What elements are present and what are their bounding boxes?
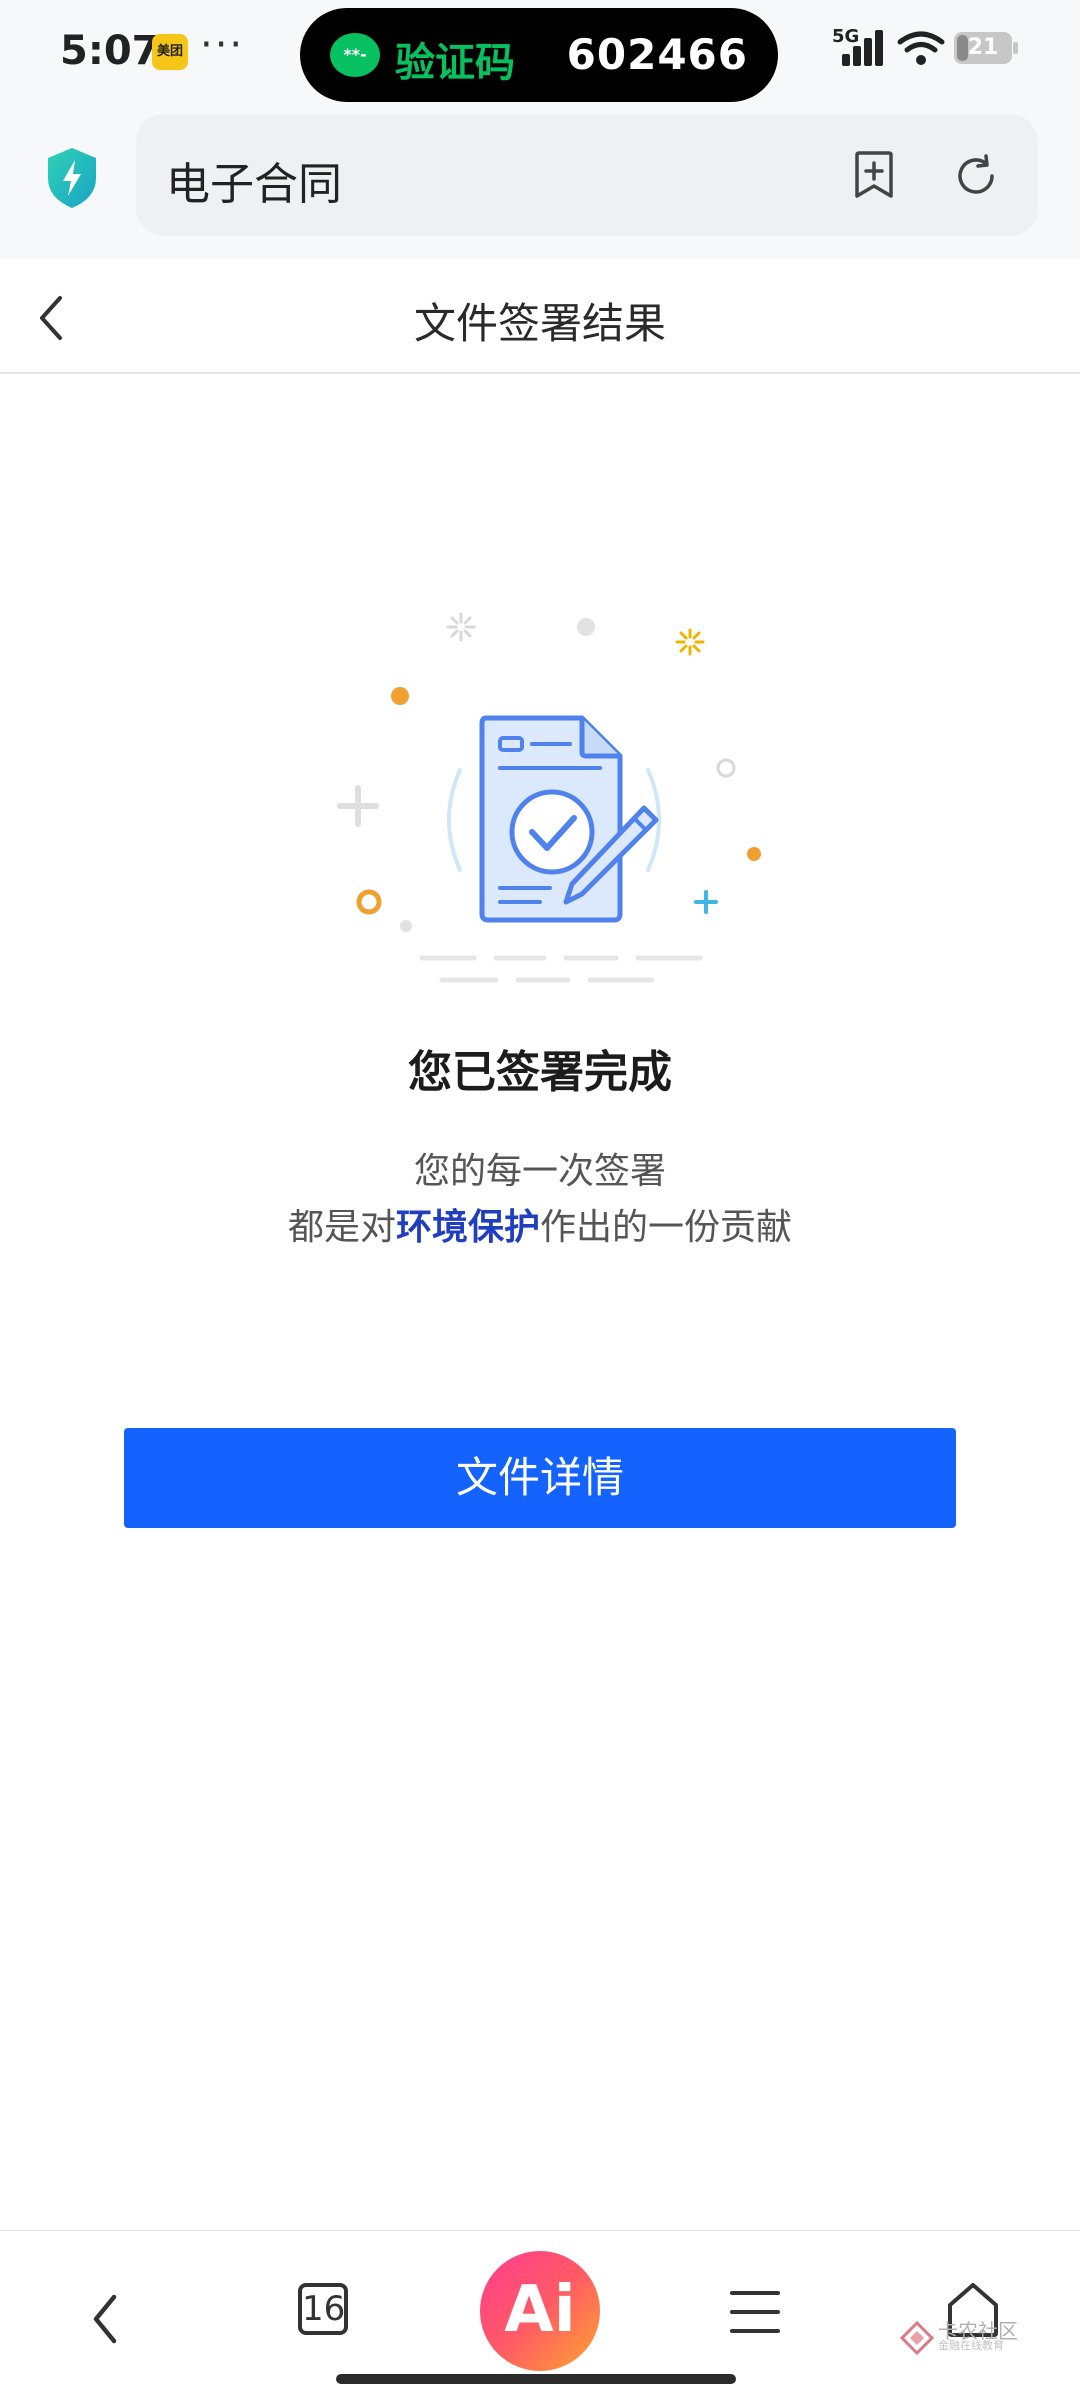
message-suffix: 作出的一份贡献 [540,1207,793,1248]
wechat-icon: **- [330,33,380,77]
meituan-app-icon: 美团 [152,34,188,70]
menu-icon[interactable] [730,2289,780,2335]
verification-code: 602466 [566,30,748,79]
back-arrow-icon[interactable] [84,2287,128,2351]
home-indicator[interactable] [336,2374,736,2384]
shield-bolt-icon[interactable] [44,146,100,210]
battery-percent: 21 [967,35,999,60]
dot-decoration [400,920,412,932]
wifi-icon [897,31,945,65]
battery-tip [1013,42,1018,54]
file-details-button[interactable]: 文件详情 [124,1428,956,1528]
signal-icon [834,30,884,66]
result-message-line2: 都是对环境保护作出的一份贡献 [0,1198,1080,1250]
watermark-subtext: 金融在线教育 [938,2339,1004,2352]
dot-decoration [747,847,761,861]
document-icon [479,715,623,923]
battery-icon: 21 [954,32,1012,64]
address-bar[interactable]: 电子合同 [136,114,1038,236]
page-header: 文件签署结果 [0,258,1080,374]
ground-lines [419,955,703,983]
sparkle-gray-icon [446,612,476,642]
result-title: 您已签署完成 [408,1047,672,1098]
environment-protection-highlight: 环境保护 [395,1207,540,1248]
reload-icon[interactable] [952,152,1000,200]
status-time: 5:07 [60,28,160,74]
signed-document-illustration [337,612,761,983]
result-message-line1: 您的每一次签署 [413,1151,666,1192]
tabs-counter-button[interactable]: 16 [298,2283,348,2335]
sparkle-yellow-icon [675,628,705,656]
page-title: 文件签署结果 [413,299,666,348]
verification-code-notification[interactable]: **- 验证码 602466 [300,8,778,102]
bookmark-add-icon[interactable] [852,150,896,200]
message-prefix: 都是对 [287,1207,396,1248]
notification-title: 验证码 [395,40,515,86]
dot-decoration [391,687,409,705]
more-notifications-icon: ··· [200,22,245,68]
ring-decoration [356,889,382,915]
plus-decoration [694,890,718,914]
address-text[interactable]: 电子合同 [166,148,342,212]
dot-decoration [577,618,595,636]
watermark-logo-icon [900,2321,934,2355]
watermark: 卡农社区 金融在线教育 [900,2315,1030,2359]
ring-decoration [716,758,736,778]
plus-decoration [337,785,379,827]
halo-arc [447,768,462,872]
ai-assistant-button[interactable]: Ai [480,2251,600,2371]
status-bar: 5:07 美团 ··· **- 验证码 602466 5G 21 [0,0,1080,110]
browser-toolbar: 电子合同 [0,110,1080,258]
